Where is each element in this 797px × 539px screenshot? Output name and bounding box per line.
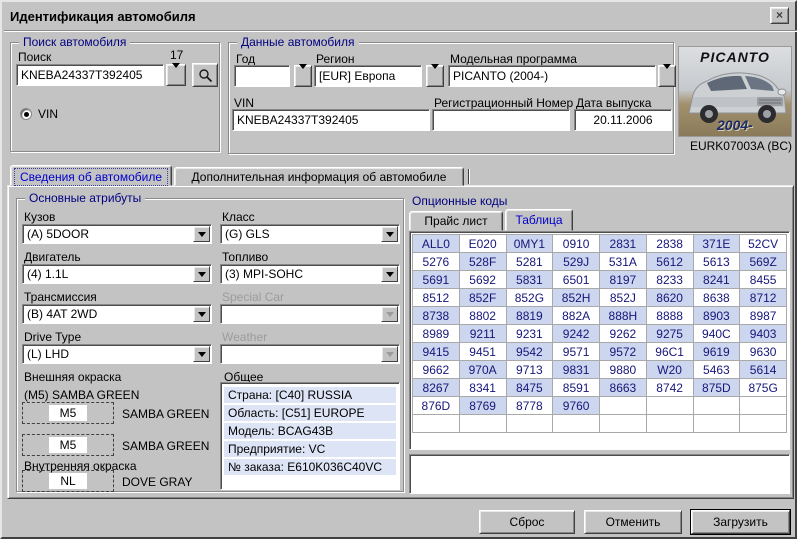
production-date-label: Дата выпуска	[576, 96, 651, 110]
vin-label: VIN	[234, 96, 254, 110]
vin-input[interactable]	[232, 109, 430, 131]
year-dropdown-button[interactable]	[294, 65, 312, 87]
vehicle-photo-year: 2004-	[717, 117, 753, 133]
tab-vehicle-info[interactable]: Сведения об автомобиле	[10, 165, 172, 186]
cancel-button[interactable]: Отменить	[584, 510, 682, 534]
reset-button[interactable]: Сброс	[479, 510, 575, 534]
photo-code-caption: EURK07003A (BC)	[662, 139, 792, 153]
load-button[interactable]: Загрузить	[691, 510, 790, 534]
tab-vehicle-info-label: Сведения об автомобиле	[14, 168, 168, 186]
dropdown-arrow-icon	[299, 69, 307, 83]
title-bar: Идентификация автомобиля	[4, 4, 793, 28]
model-program-label: Модельная программа	[450, 52, 577, 66]
year-label: Год	[236, 52, 255, 66]
tab-strip-end	[468, 169, 470, 184]
registration-number-input[interactable]	[432, 109, 570, 131]
vehicle-identification-dialog: Идентификация автомобиля × Поиск автомоб…	[0, 0, 797, 539]
vehicle-data-group-title: Данные автомобиля	[237, 35, 359, 49]
dropdown-arrow-icon	[172, 68, 180, 82]
title-separator	[4, 30, 797, 32]
tab-additional-info[interactable]: Дополнительная информация об автомобиле	[174, 167, 464, 186]
region-input[interactable]	[314, 65, 422, 87]
year-input[interactable]	[234, 65, 290, 87]
registration-number-label: Регистрационный Номер	[434, 96, 573, 110]
search-button[interactable]	[192, 63, 218, 87]
search-group-title: Поиск автомобиля	[19, 35, 130, 49]
search-input[interactable]	[16, 64, 164, 86]
region-dropdown-button[interactable]	[426, 65, 444, 87]
production-date-input[interactable]	[574, 109, 672, 131]
car-illustration-icon	[679, 63, 792, 125]
window-title: Идентификация автомобиля	[10, 9, 196, 24]
subtab-table-label: Таблица	[515, 213, 562, 227]
subtab-table[interactable]: Таблица	[505, 209, 573, 231]
vin-radio-label: VIN	[38, 107, 58, 121]
dropdown-arrow-icon	[431, 69, 439, 83]
region-label: Регион	[316, 52, 355, 66]
vin-radio[interactable]	[20, 108, 32, 120]
dropdown-arrow-icon	[663, 69, 671, 83]
search-label: Поиск	[18, 50, 51, 64]
radio-dot	[24, 112, 29, 117]
search-dropdown-button[interactable]	[166, 64, 186, 86]
model-program-input[interactable]	[448, 65, 656, 87]
close-button[interactable]: ×	[770, 7, 789, 24]
close-icon: ×	[776, 8, 783, 22]
search-count: 17	[170, 48, 183, 62]
tab-page	[7, 185, 794, 499]
tab-additional-info-label: Дополнительная информация об автомобиле	[192, 170, 447, 184]
magnifier-icon	[198, 68, 213, 83]
model-dropdown-button[interactable]	[658, 65, 676, 87]
vehicle-photo: PICANTO 2004-	[678, 46, 792, 137]
